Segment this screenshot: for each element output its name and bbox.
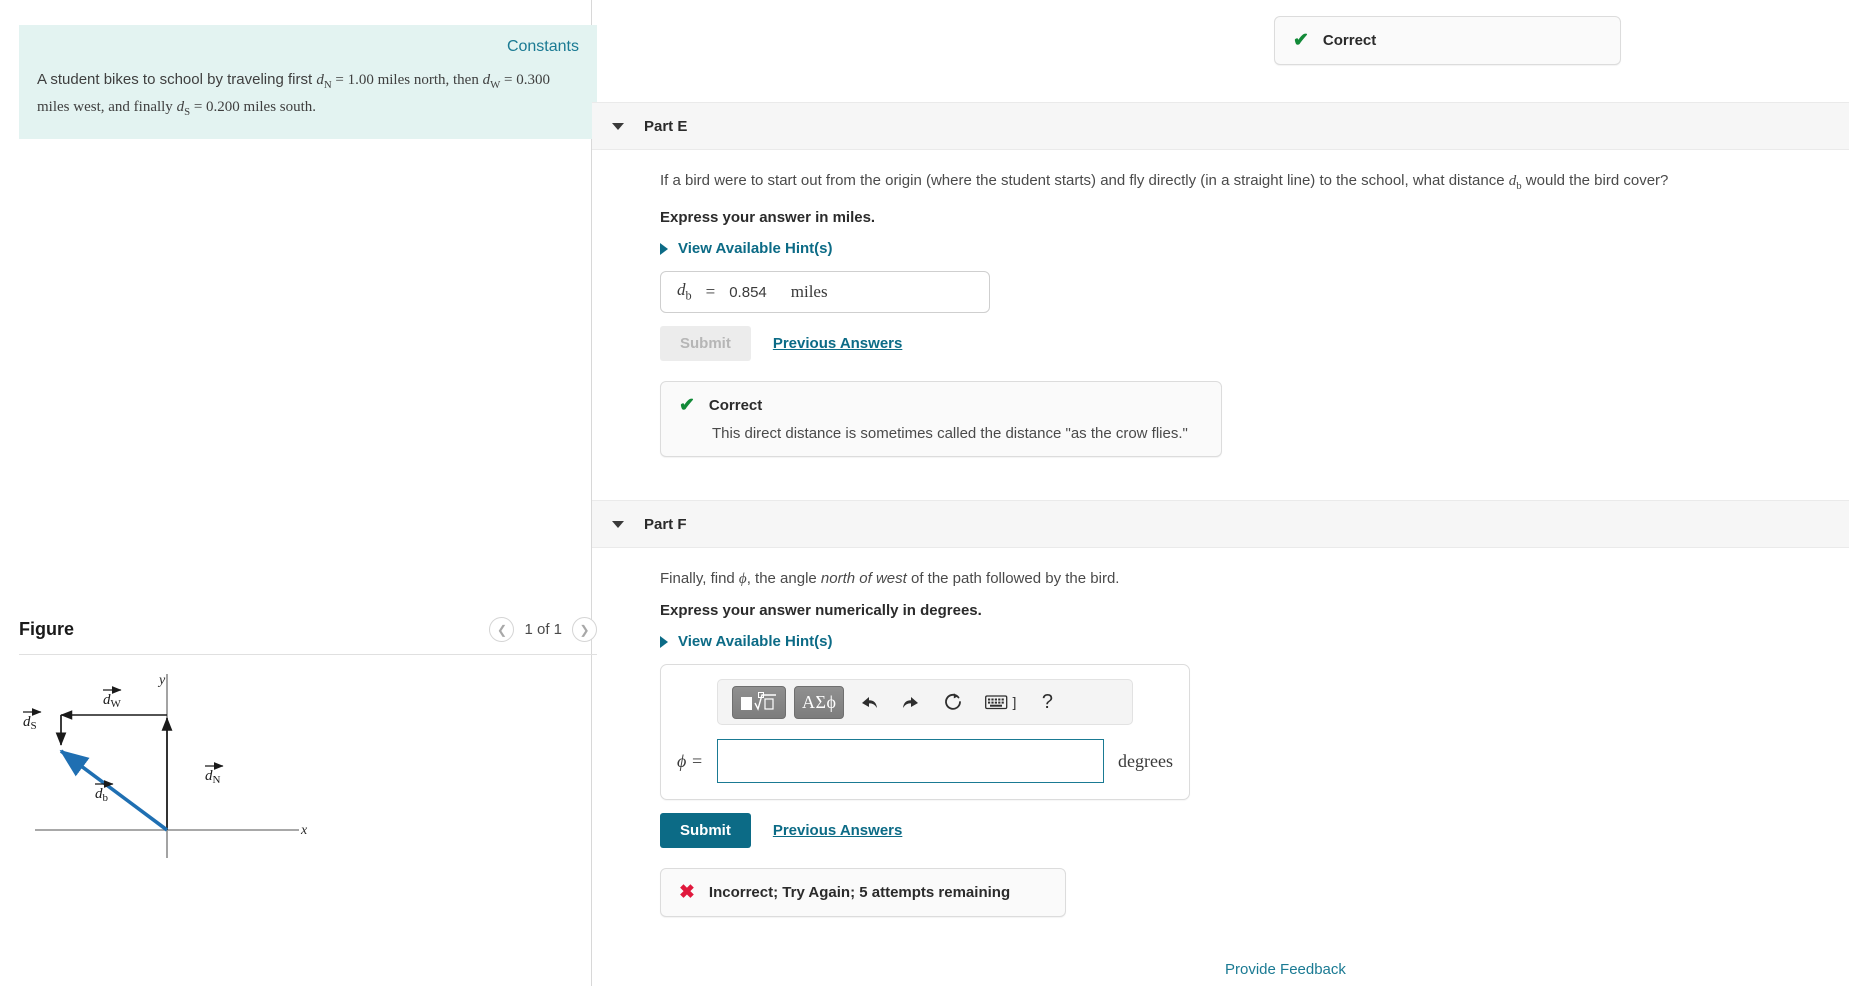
part-f-button-row: Submit Previous Answers: [660, 813, 1829, 848]
redo-arrow-icon[interactable]: [894, 686, 928, 719]
problem-text-prefix: A student bikes to school by traveling f…: [37, 71, 317, 88]
x-icon: ✖: [679, 882, 695, 903]
part-f-section: Part F Finally, find ϕ, the angle north …: [592, 500, 1849, 917]
svg-text:dW: dW: [103, 692, 122, 710]
part-f-question-pre: Finally, find: [660, 570, 739, 587]
keyboard-bracket-label: ]: [1012, 694, 1017, 710]
part-e-hints-label: View Available Hint(s): [678, 240, 833, 257]
vector-db-arrow: [59, 749, 169, 832]
svg-text:db: db: [95, 786, 109, 804]
check-icon: ✔: [1293, 30, 1309, 51]
provide-feedback-link[interactable]: Provide Feedback: [1225, 961, 1346, 978]
part-e-result-head: ✔ Correct: [679, 396, 1203, 415]
part-f-body: Finally, find ϕ, the angle north of west…: [592, 568, 1849, 917]
part-e-result-detail: This direct distance is sometimes called…: [712, 425, 1188, 442]
part-e-section: Part E If a bird were to start out from …: [592, 102, 1849, 457]
part-f-answer-widget: ΑΣϕ] ? ϕ = degrees: [660, 664, 1190, 800]
part-e-button-row: Submit Previous Answers: [660, 326, 1829, 361]
part-f-answer-var: ϕ =: [677, 750, 703, 771]
part-e-question: If a bird were to start out from the ori…: [660, 170, 1829, 197]
caret-down-icon[interactable]: [612, 122, 624, 130]
variable-dN: dN: [316, 72, 332, 91]
part-f-result-head: ✖ Incorrect; Try Again; 5 attempts remai…: [679, 883, 1047, 902]
part-e-result-label: Correct: [708, 397, 763, 414]
part-f-hints-toggle[interactable]: View Available Hint(s): [660, 633, 1829, 650]
figure-counter: 1 of 1: [524, 621, 562, 638]
math-toolbar: ΑΣϕ] ?: [717, 679, 1133, 725]
vector-diagram-svg: x y dW dS dN db: [23, 673, 308, 858]
part-f-submit-button[interactable]: Submit: [660, 813, 751, 848]
part-f-answer-row: ϕ = degrees: [677, 739, 1173, 783]
part-f-question: Finally, find ϕ, the angle north of west…: [660, 568, 1829, 590]
x-axis-label: x: [300, 823, 308, 838]
figure-header: Figure ❮ 1 of 1 ❯: [19, 605, 597, 655]
part-e-body: If a bird were to start out from the ori…: [592, 170, 1849, 457]
part-e-answer-var: db: [677, 280, 692, 303]
question-mark-icon[interactable]: ?: [1030, 686, 1064, 719]
keyboard-icon[interactable]: ]: [978, 686, 1022, 719]
part-e-previous-answers-link[interactable]: Previous Answers: [773, 335, 903, 352]
part-e-submit-button[interactable]: Submit: [660, 326, 751, 361]
refresh-circle-icon[interactable]: [936, 686, 970, 719]
part-e-result-alert: ✔ Correct This direct distance is someti…: [660, 381, 1222, 457]
math-greek-key-label: ΑΣϕ: [802, 691, 837, 712]
part-f-title: Part F: [644, 515, 687, 533]
svg-text:dS: dS: [23, 714, 37, 732]
page-root: Constants A student bikes to school by t…: [0, 0, 1849, 986]
part-e-question-text: If a bird were to start out from the ori…: [660, 172, 1509, 189]
part-f-result-alert: ✖ Incorrect; Try Again; 5 attempts remai…: [660, 868, 1066, 917]
part-e-answer-field[interactable]: db = 0.854 miles: [660, 271, 990, 313]
right-panel: ✔ Correct Part E If a bird were to start…: [592, 0, 1849, 986]
part-e-header[interactable]: Part E: [592, 102, 1849, 150]
part-f-question-post: of the path followed by the bird.: [906, 570, 1120, 587]
part-e-answer-units: miles: [790, 282, 828, 301]
sqrt-template-icon: [741, 692, 776, 711]
chevron-left-icon[interactable]: ❮: [489, 617, 515, 642]
part-e-question-tail: would the bird cover?: [1521, 172, 1669, 189]
part-f-result-label: Incorrect; Try Again; 5 attempts remaini…: [708, 884, 1011, 901]
svg-text:dN: dN: [205, 768, 221, 786]
problem-statement: A student bikes to school by traveling f…: [37, 69, 579, 123]
part-f-question-emphasis: north of west: [820, 570, 907, 587]
phi-symbol-inline: ϕ: [738, 571, 747, 587]
dS-value: = 0.200 miles south.: [190, 99, 317, 115]
part-f-answer-units: degrees: [1118, 750, 1173, 771]
part-e-hints-toggle[interactable]: View Available Hint(s): [660, 240, 1829, 257]
undo-arrow-icon[interactable]: [852, 686, 886, 719]
part-e-instruction: Express your answer in miles.: [660, 209, 876, 226]
label-dN: dN: [205, 762, 224, 786]
alert-head: ✔ Correct: [1293, 31, 1602, 50]
caret-right-icon[interactable]: [660, 242, 668, 255]
dN-value: = 1.00 miles north, then: [331, 72, 483, 88]
y-axis-label: y: [157, 673, 166, 688]
alert-label: Correct: [1322, 32, 1377, 49]
part-f-instruction: Express your answer numerically in degre…: [660, 602, 982, 619]
part-e-answer-value: 0.854: [729, 283, 767, 301]
part-f-question-mid: , the angle: [746, 570, 821, 587]
part-f-answer-input[interactable]: [716, 739, 1105, 783]
label-dW: dW: [103, 686, 122, 710]
part-e-title: Part E: [644, 117, 688, 135]
part-f-hints-label: View Available Hint(s): [678, 633, 833, 650]
left-panel: Constants A student bikes to school by t…: [0, 0, 597, 986]
variable-db-inline: db: [1508, 173, 1522, 192]
constants-box: Constants A student bikes to school by t…: [19, 25, 597, 139]
figure-title: Figure: [19, 619, 75, 639]
label-dS: dS: [23, 708, 42, 732]
figure-nav: ❮ 1 of 1 ❯: [489, 617, 597, 642]
part-e-answer-eq: =: [705, 282, 716, 301]
variable-dS: dS: [176, 99, 191, 118]
previous-part-result-alert: ✔ Correct: [1274, 16, 1621, 65]
caret-right-icon[interactable]: [660, 635, 668, 648]
check-icon: ✔: [679, 395, 695, 416]
caret-down-icon[interactable]: [612, 520, 624, 528]
part-f-header[interactable]: Part F: [592, 500, 1849, 548]
math-template-key[interactable]: [732, 685, 786, 719]
vector-diagram: x y dW dS dN db: [19, 670, 597, 930]
part-f-previous-answers-link[interactable]: Previous Answers: [773, 822, 903, 839]
constants-link[interactable]: Constants: [37, 37, 579, 57]
variable-dW: dW: [482, 72, 501, 91]
math-greek-key[interactable]: ΑΣϕ: [794, 685, 845, 719]
